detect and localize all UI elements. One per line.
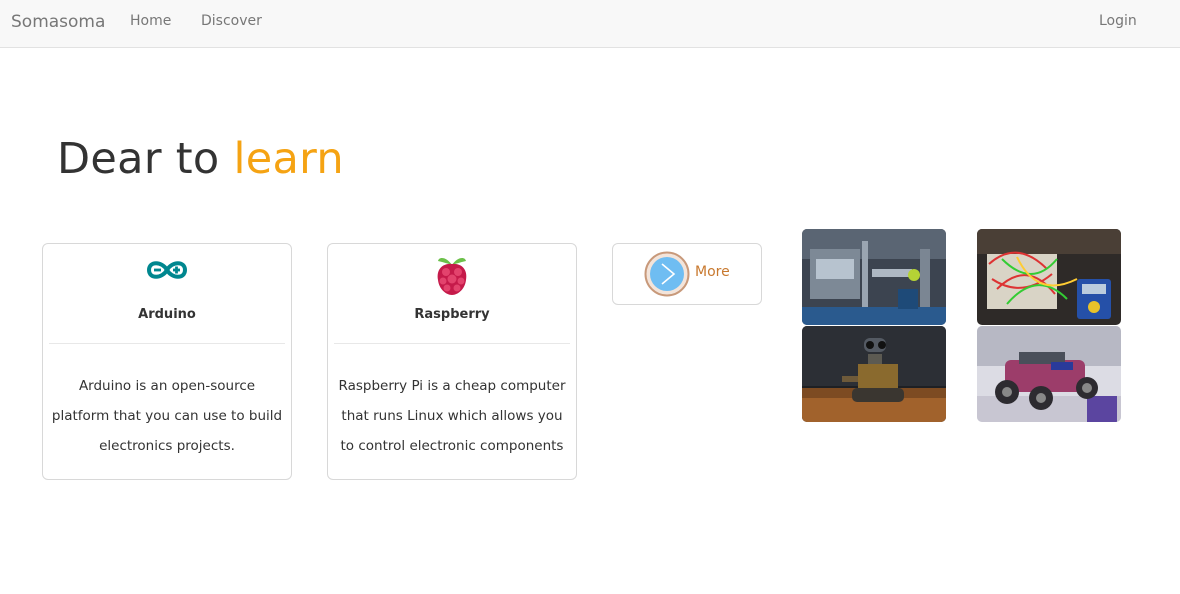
arrow-circle-icon bbox=[644, 251, 690, 301]
arduino-card[interactable]: Arduino Arduino is an open-source platfo… bbox=[42, 243, 292, 480]
navbar: Somasoma Home Discover Login bbox=[0, 0, 1180, 48]
robot-car-photo bbox=[977, 326, 1121, 422]
card-divider bbox=[334, 343, 570, 344]
nav-discover-link[interactable]: Discover bbox=[201, 13, 262, 29]
nav-login-link[interactable]: Login bbox=[1099, 13, 1137, 29]
raspberry-card-description: Raspberry Pi is a cheap computer that ru… bbox=[338, 378, 566, 454]
raspberry-pi-logo-icon bbox=[435, 253, 469, 301]
breadboard-circuit-photo bbox=[977, 229, 1121, 325]
nav-home-link[interactable]: Home bbox=[130, 13, 171, 29]
hero-accent-text: learn bbox=[233, 134, 344, 184]
more-label: More bbox=[695, 264, 730, 280]
arduino-card-title: Arduino bbox=[138, 307, 196, 322]
raspberry-card[interactable]: Raspberry Raspberry Pi is a cheap comput… bbox=[327, 243, 577, 480]
card-divider bbox=[49, 343, 285, 344]
more-button[interactable]: More bbox=[612, 243, 762, 305]
hero-text: Dear to bbox=[57, 134, 220, 184]
robotic-arm-photo bbox=[802, 229, 946, 325]
arduino-card-description: Arduino is an open-source platform that … bbox=[51, 378, 283, 454]
hero-heading: Dear to learn bbox=[57, 134, 344, 184]
brand-logo[interactable]: Somasoma bbox=[11, 12, 105, 32]
arduino-logo-icon bbox=[144, 258, 190, 286]
raspberry-card-title: Raspberry bbox=[414, 307, 490, 322]
wall-e-robot-photo bbox=[802, 326, 946, 422]
